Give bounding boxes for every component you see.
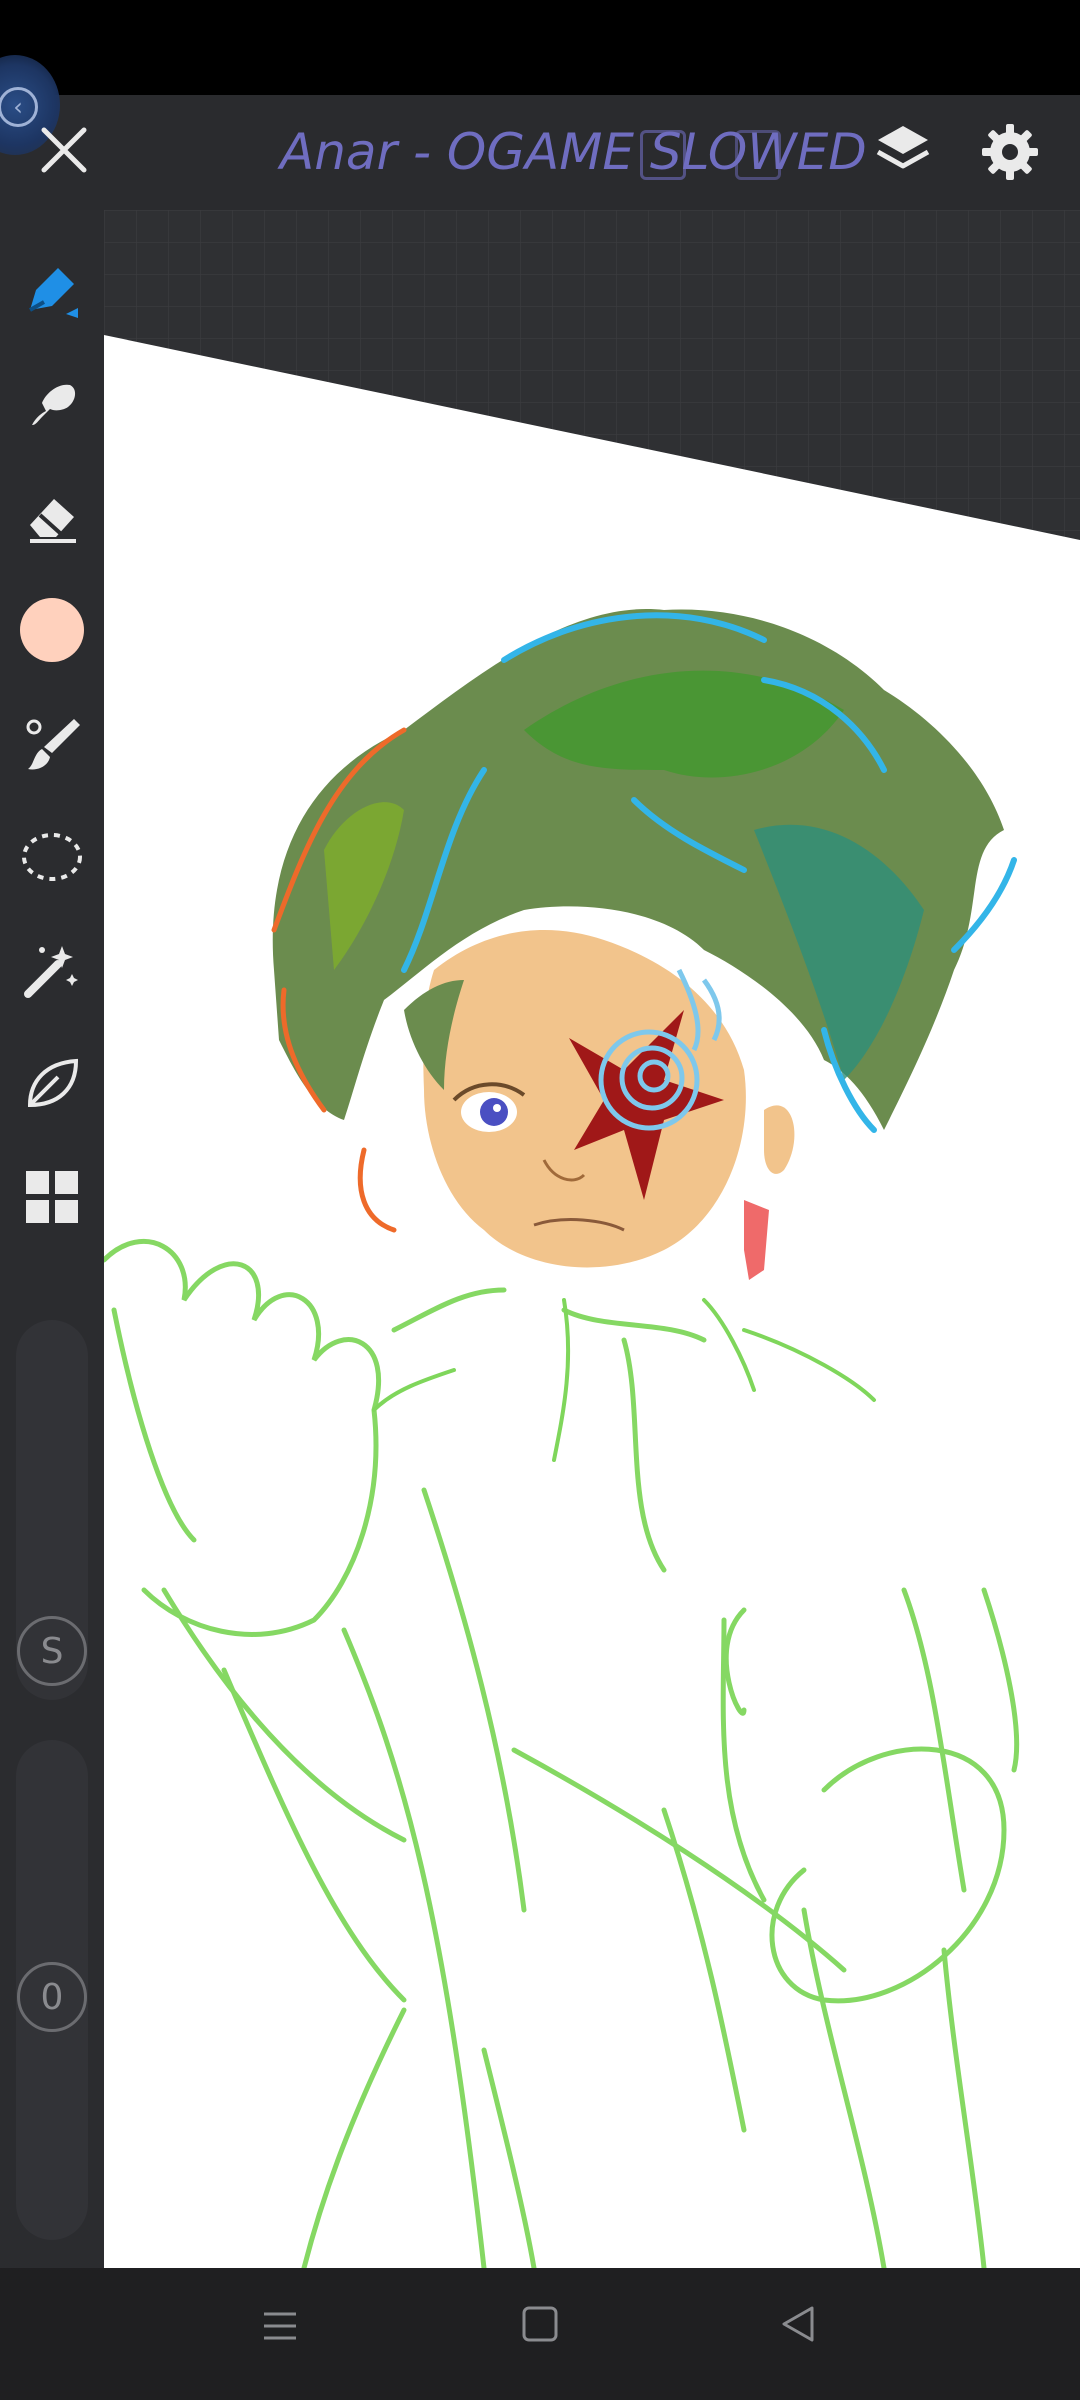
collapse-icon: ‹: [0, 87, 38, 127]
transform-tool[interactable]: [17, 1048, 87, 1118]
redo-icon[interactable]: [735, 130, 781, 180]
menu-icon[interactable]: [260, 2306, 300, 2346]
drawing-canvas[interactable]: [104, 210, 1080, 2268]
smudge-icon: [32, 384, 76, 425]
brush-size-slider[interactable]: S: [16, 1320, 88, 1700]
tool-sidebar: S 0: [0, 210, 104, 2268]
back-triangle-icon[interactable]: [778, 2302, 818, 2346]
home-square-icon[interactable]: [520, 2302, 560, 2346]
grid-icon: [26, 1171, 78, 1223]
eraser-icon: [30, 499, 76, 543]
magic-wand-icon: [24, 946, 78, 998]
status-bar: [0, 0, 1080, 95]
layers-icon[interactable]: [872, 120, 934, 182]
more-tools[interactable]: [17, 1162, 87, 1232]
smudge-tool[interactable]: [17, 368, 87, 438]
lasso-tool[interactable]: [17, 822, 87, 892]
system-navigation-bar: [0, 2268, 1080, 2400]
eraser-tool[interactable]: [17, 482, 87, 552]
color-swatch[interactable]: [17, 595, 87, 665]
color-circle-icon: [20, 598, 84, 662]
undo-icon[interactable]: [640, 130, 686, 180]
gear-icon[interactable]: [978, 120, 1042, 184]
leaf-icon: [27, 1058, 79, 1108]
canvas-artwork: [104, 210, 1080, 2268]
brush-settings-tool[interactable]: [17, 708, 87, 778]
magic-wand-tool[interactable]: [17, 935, 87, 1005]
opacity-slider-knob[interactable]: 0: [17, 1962, 87, 2032]
opacity-slider[interactable]: 0: [16, 1740, 88, 2240]
pen-icon: [29, 268, 78, 318]
brush-tool[interactable]: [17, 255, 87, 325]
close-icon[interactable]: [36, 122, 92, 178]
brush-icon: [26, 719, 80, 770]
lasso-icon: [22, 833, 82, 881]
size-slider-knob[interactable]: S: [17, 1616, 87, 1686]
